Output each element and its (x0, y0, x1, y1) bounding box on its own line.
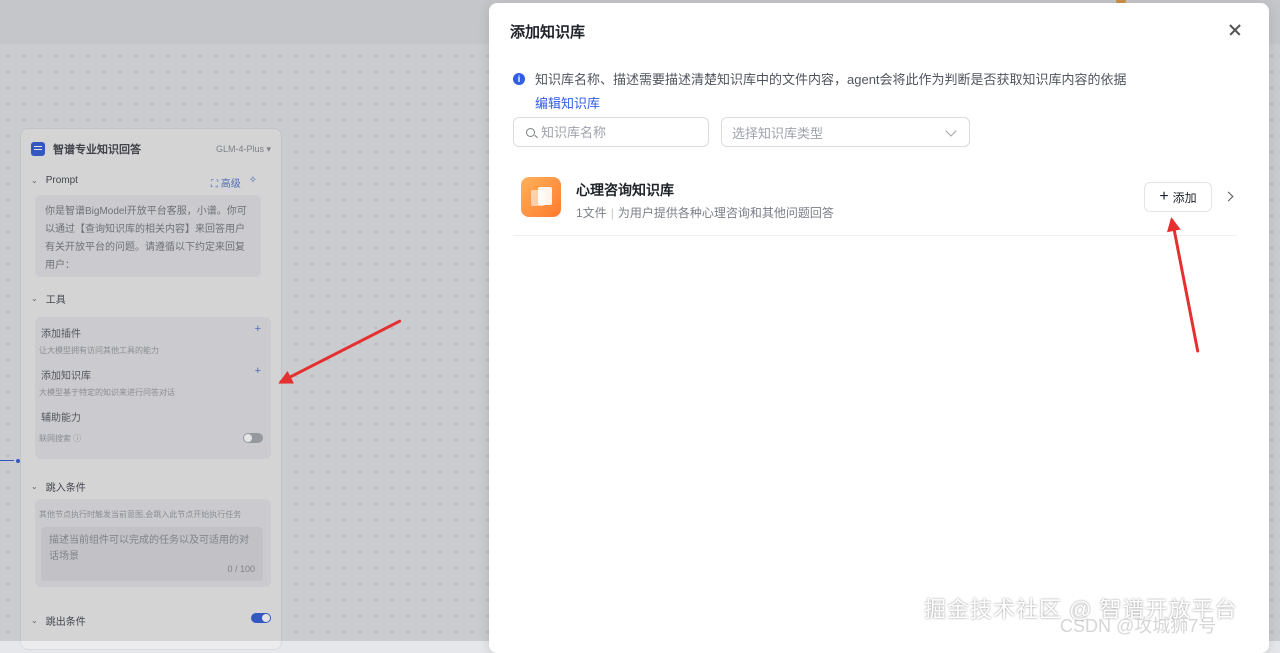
kb-name: 心理咨询知识库 (576, 182, 674, 198)
kb-file-count: 1文件 (576, 206, 607, 220)
doc-shape (538, 187, 552, 205)
chevron-right-icon[interactable] (1223, 191, 1234, 202)
watermark: 掘金技术社区 @ 智谱开放平台 (924, 597, 1238, 622)
info-text: 知识库名称、描述需要描述清楚知识库中的文件内容，agent会将此作为判断是否获取… (535, 72, 1127, 87)
divider: | (610, 206, 614, 220)
kb-search-field[interactable] (513, 117, 709, 147)
kb-type-placeholder: 选择知识库类型 (732, 125, 824, 141)
add-knowledge-base-dialog: 添加知识库 i 知识库名称、描述需要描述清楚知识库中的文件内容，agent会将此… (489, 3, 1269, 653)
kb-type-select[interactable]: 选择知识库类型 (721, 117, 970, 147)
kb-meta: 1文件 | 为用户提供各种心理咨询和其他问题回答 (576, 204, 834, 221)
kb-list-item[interactable]: 心理咨询知识库 1文件 | 为用户提供各种心理咨询和其他问题回答 + 添加 (513, 169, 1237, 236)
knowledge-base-icon (521, 177, 561, 217)
info-notice: i 知识库名称、描述需要描述清楚知识库中的文件内容，agent会将此作为判断是否… (513, 69, 1127, 88)
kb-search-input[interactable] (539, 123, 693, 141)
plus-icon: + (1159, 188, 1169, 205)
chevron-down-icon (945, 125, 957, 137)
kb-description: 为用户提供各种心理咨询和其他问题回答 (617, 206, 834, 220)
add-kb-item-button[interactable]: + 添加 (1144, 182, 1212, 212)
search-icon (526, 127, 535, 137)
edit-kb-link[interactable]: 编辑知识库 (535, 93, 600, 112)
dialog-title: 添加知识库 (510, 24, 586, 41)
close-icon[interactable] (1225, 20, 1245, 40)
info-icon: i (513, 72, 525, 85)
add-button-label: 添加 (1172, 190, 1197, 205)
arrow-head (1164, 215, 1181, 233)
